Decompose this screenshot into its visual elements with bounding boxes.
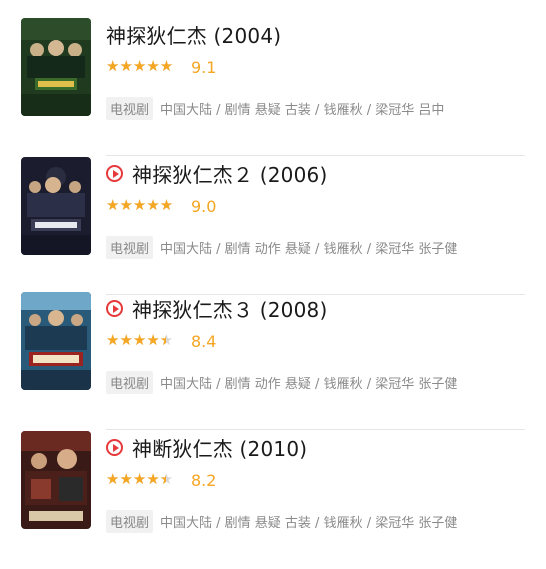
play-icon[interactable] xyxy=(106,164,123,182)
rating-row: ★★★★★ ★★★★★ 9.1 xyxy=(106,55,216,79)
item-meta: 中国大陆 / 剧情 动作 悬疑 / 钱雁秋 / 梁冠华 张子健 xyxy=(160,241,458,257)
item-meta: 中国大陆 / 剧情 悬疑 古装 / 钱雁秋 / 梁冠华 吕中 xyxy=(160,102,445,118)
item-title[interactable]: 神探狄仁杰２ (2006) xyxy=(132,159,327,188)
poster-image[interactable] xyxy=(21,157,91,255)
play-icon[interactable] xyxy=(106,438,123,456)
poster-image[interactable] xyxy=(21,431,91,529)
poster-art-2 xyxy=(21,157,91,255)
type-badge: 电视剧 xyxy=(106,96,154,120)
item-meta: 中国大陆 / 剧情 悬疑 古装 / 钱雁秋 / 梁冠华 张子健 xyxy=(160,515,458,531)
divider xyxy=(106,155,525,156)
meta-row: 电视剧 中国大陆 / 剧情 动作 悬疑 / 钱雁秋 / 梁冠华 张子健 xyxy=(106,370,457,394)
poster-image[interactable] xyxy=(21,18,91,116)
play-icon[interactable] xyxy=(106,299,123,317)
star-rating: ★★★★★ ★★★★★ xyxy=(106,331,181,349)
star-rating: ★★★★★ ★★★★★ xyxy=(106,470,181,488)
star-icons-filled: ★★★★★ xyxy=(106,470,166,488)
poster-image[interactable] xyxy=(21,292,91,390)
list-item[interactable]: 神探狄仁杰２ (2006) ★★★★★ ★★★★★ 9.0 电视剧 中国大陆 /… xyxy=(0,157,546,295)
title-row[interactable]: 神探狄仁杰 (2004) xyxy=(106,20,281,48)
title-row[interactable]: 神探狄仁杰３ (2008) xyxy=(106,294,327,322)
item-title[interactable]: 神断狄仁杰 (2010) xyxy=(132,433,307,462)
list-item[interactable]: 神探狄仁杰３ (2008) ★★★★★ ★★★★★ 8.4 电视剧 中国大陆 /… xyxy=(0,292,546,430)
meta-row: 电视剧 中国大陆 / 剧情 悬疑 古装 / 钱雁秋 / 梁冠华 吕中 xyxy=(106,96,444,120)
list-item[interactable]: 神探狄仁杰 (2004) ★★★★★ ★★★★★ 9.1 电视剧 中国大陆 / … xyxy=(0,18,546,156)
poster-art-3 xyxy=(21,292,91,390)
star-rating: ★★★★★ ★★★★★ xyxy=(106,196,181,214)
title-row[interactable]: 神断狄仁杰 (2010) xyxy=(106,433,307,461)
poster-art-1 xyxy=(21,18,91,116)
item-title[interactable]: 神探狄仁杰３ (2008) xyxy=(132,294,327,323)
rating-row: ★★★★★ ★★★★★ 8.4 xyxy=(106,329,216,353)
item-meta: 中国大陆 / 剧情 动作 悬疑 / 钱雁秋 / 梁冠华 张子健 xyxy=(160,376,458,392)
poster-art-4 xyxy=(21,431,91,529)
rating-row: ★★★★★ ★★★★★ 9.0 xyxy=(106,194,216,218)
type-badge: 电视剧 xyxy=(106,235,154,259)
rating-score: 8.2 xyxy=(191,470,217,490)
star-icons-filled: ★★★★★ xyxy=(106,196,174,214)
rating-score: 9.0 xyxy=(191,196,217,216)
meta-row: 电视剧 中国大陆 / 剧情 悬疑 古装 / 钱雁秋 / 梁冠华 张子健 xyxy=(106,509,457,533)
star-icons-filled: ★★★★★ xyxy=(106,331,166,349)
star-rating: ★★★★★ ★★★★★ xyxy=(106,57,181,75)
type-badge: 电视剧 xyxy=(106,370,154,394)
rating-row: ★★★★★ ★★★★★ 8.2 xyxy=(106,468,216,492)
meta-row: 电视剧 中国大陆 / 剧情 动作 悬疑 / 钱雁秋 / 梁冠华 张子健 xyxy=(106,235,457,259)
type-badge: 电视剧 xyxy=(106,509,154,533)
divider xyxy=(106,429,525,430)
rating-score: 9.1 xyxy=(191,57,217,77)
star-icons-filled: ★★★★★ xyxy=(106,57,174,75)
item-title[interactable]: 神探狄仁杰 (2004) xyxy=(106,20,281,49)
rating-score: 8.4 xyxy=(191,331,217,351)
title-row[interactable]: 神探狄仁杰２ (2006) xyxy=(106,159,327,187)
list-item[interactable]: 神断狄仁杰 (2010) ★★★★★ ★★★★★ 8.2 电视剧 中国大陆 / … xyxy=(0,431,546,569)
